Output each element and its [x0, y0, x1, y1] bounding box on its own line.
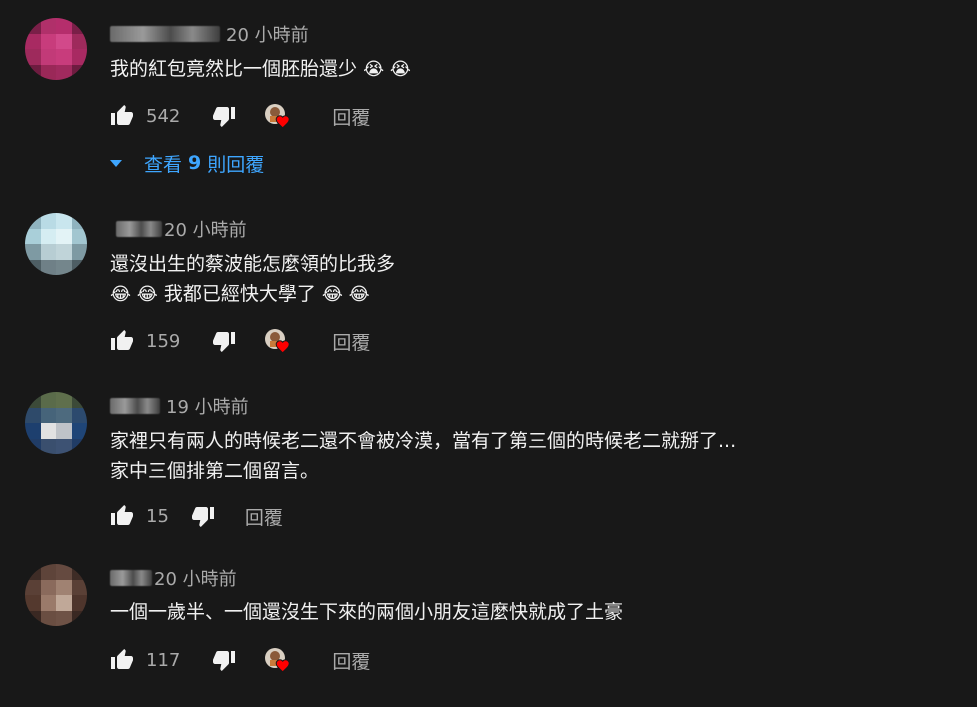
author-name[interactable]	[110, 570, 152, 586]
comment-line: 家中三個排第二個留言。	[110, 460, 320, 482]
thumb-up-icon[interactable]	[110, 648, 134, 672]
comment-timestamp[interactable]: 19 小時前	[166, 393, 249, 419]
like-count: 117	[146, 649, 181, 671]
comment-timestamp[interactable]: 20 小時前	[226, 21, 309, 47]
thumb-up-icon[interactable]	[110, 329, 134, 353]
comment-meta: 20 小時前	[110, 217, 247, 241]
comment-timestamp[interactable]: 20 小時前	[164, 216, 247, 242]
thumb-up-icon[interactable]	[110, 104, 134, 128]
reply-button[interactable]: 回覆	[332, 103, 370, 130]
comment-actions: 159 回覆	[110, 326, 370, 356]
thumb-down-icon[interactable]	[191, 504, 215, 528]
comment-text: 我的紅包竟然比一個胚胎還少 😭 😭	[110, 54, 411, 85]
view-replies-prefix: 查看	[144, 153, 183, 176]
creator-heart-icon	[264, 103, 291, 129]
avatar[interactable]	[25, 392, 87, 454]
comment-meta: 20 小時前	[110, 22, 309, 46]
avatar[interactable]	[25, 213, 87, 275]
creator-heart-icon	[264, 328, 291, 354]
comment-line: 我的紅包竟然比一個胚胎還少	[110, 58, 358, 80]
author-name[interactable]	[110, 398, 160, 414]
comment-meta: 19 小時前	[110, 394, 249, 418]
creator-heart-icon	[264, 647, 291, 673]
comment-line: 一個一歲半、一個還沒生下來的兩個小朋友這麼快就成了土豪	[110, 601, 624, 623]
thumb-down-icon[interactable]	[212, 104, 236, 128]
comment-actions: 15 回覆	[110, 501, 283, 531]
thumb-up-icon[interactable]	[110, 504, 134, 528]
comment-line: 家裡只有兩人的時候老二還不會被冷漠，當有了第三個的時候老二就掰了...	[110, 430, 737, 452]
view-replies-button[interactable]: 查看 9 則回覆	[110, 148, 264, 178]
laughing-emoji: 😂 😂	[110, 284, 158, 305]
view-replies-count: 9	[188, 152, 202, 174]
comment-line: 還沒出生的蔡波能怎麼領的比我多	[110, 253, 396, 275]
reply-button[interactable]: 回覆	[245, 503, 283, 530]
caret-down-icon	[110, 159, 122, 167]
view-replies-suffix: 則回覆	[207, 153, 265, 176]
avatar[interactable]	[25, 18, 87, 80]
laughing-emoji: 😂 😂	[321, 284, 370, 305]
reply-button[interactable]: 回覆	[332, 328, 370, 355]
avatar[interactable]	[25, 564, 87, 626]
comment-meta: 20 小時前	[110, 566, 237, 590]
like-count: 15	[146, 505, 169, 527]
comment-text: 一個一歲半、一個還沒生下來的兩個小朋友這麼快就成了土豪	[110, 597, 623, 627]
comment-line-2: 😂 😂 我都已經快大學了 😂 😂	[110, 279, 395, 310]
thumb-down-icon[interactable]	[212, 648, 236, 672]
comment-timestamp[interactable]: 20 小時前	[154, 565, 237, 591]
like-count: 542	[146, 105, 181, 127]
author-name[interactable]	[110, 26, 220, 42]
comment-text: 家裡只有兩人的時候老二還不會被冷漠，當有了第三個的時候老二就掰了... 家中三個…	[110, 426, 736, 486]
thumb-down-icon[interactable]	[212, 329, 236, 353]
comment-actions: 117 回覆	[110, 645, 370, 675]
comment-text: 還沒出生的蔡波能怎麼領的比我多 😂 😂 我都已經快大學了 😂 😂	[110, 249, 395, 310]
crying-emoji: 😭 😭	[363, 59, 411, 80]
comment-actions: 542 回覆	[110, 101, 370, 131]
reply-button[interactable]: 回覆	[332, 647, 370, 674]
comment-line: 我都已經快大學了	[163, 283, 316, 305]
author-name[interactable]	[116, 221, 162, 237]
like-count: 159	[146, 330, 181, 352]
